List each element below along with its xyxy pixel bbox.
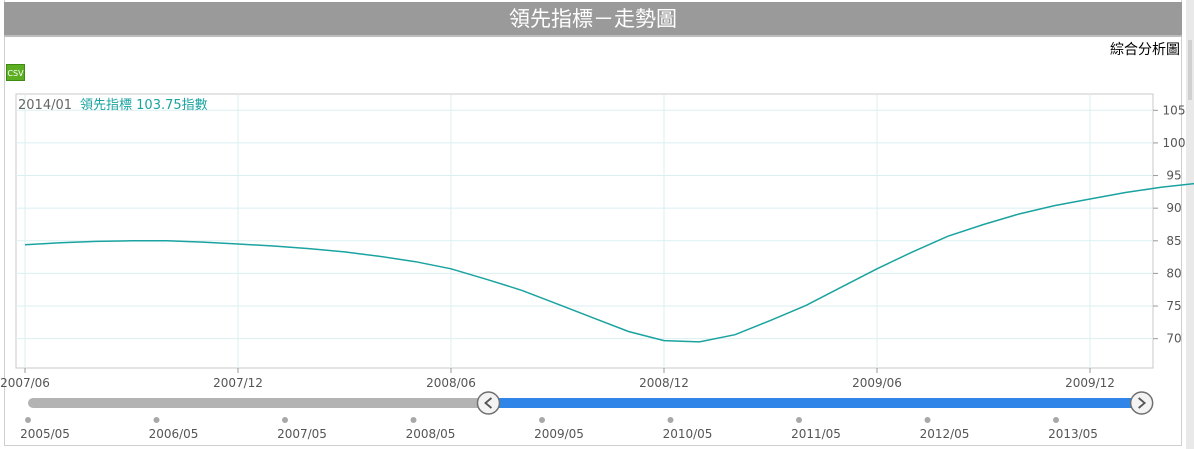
- navigator-tick-label: 2009/05: [534, 427, 584, 441]
- navigator-tick-dot: [282, 417, 288, 423]
- x-tick-label: 2008/12: [639, 376, 689, 390]
- navigator-tick-dot: [153, 417, 160, 423]
- plot-area: [15, 93, 1154, 369]
- navigator-tick-label: 2012/05: [920, 427, 970, 441]
- x-tick-label: 2007/06: [0, 376, 50, 390]
- y-tick-label: 80: [1166, 266, 1181, 280]
- value-readout: 2014/01 領先指標 103.75指數: [18, 94, 208, 113]
- y-tick-label: 105: [1163, 103, 1186, 117]
- navigator-tick-dot: [796, 417, 802, 423]
- navigator-tick-dot: [25, 417, 31, 423]
- range-navigator[interactable]: 2005/05 2006/05 2007/05 2008/05 2009/05 2010/…: [20, 391, 1154, 441]
- range-right-handle[interactable]: [1129, 391, 1154, 415]
- line-chart: 70 75 80 85 90 95 100 105 2007/06 2007/12 2008/06…: [0, 93, 1194, 441]
- navigator-tick-label: 2008/05: [406, 427, 456, 441]
- x-tick-label: 2008/06: [426, 376, 476, 390]
- range-selection-bar[interactable]: [488, 398, 1142, 408]
- navigator-tick-dot: [539, 417, 545, 423]
- y-tick-label: 75: [1166, 299, 1181, 313]
- navigator-tick-label: 2013/05: [1048, 427, 1098, 441]
- navigator-tick-dot: [924, 417, 931, 423]
- y-tick-label: 95: [1166, 169, 1181, 183]
- navigator-tick-dot: [667, 417, 674, 423]
- readout-value: 領先指標 103.75指數: [80, 98, 208, 113]
- navigator-tick-label: 2010/05: [663, 427, 713, 441]
- x-axis: 2007/06 2007/12 2008/06 2008/12 2009/06 2009/…: [0, 368, 1115, 390]
- navigator-tick-label: 2011/05: [791, 427, 841, 441]
- navigator-tick-label: 2005/05: [20, 427, 70, 441]
- x-tick-label: 2009/06: [852, 376, 902, 390]
- navigator-tick-label: 2007/05: [277, 427, 327, 441]
- y-tick-label: 100: [1163, 136, 1186, 150]
- readout-date: 2014/01: [18, 98, 73, 113]
- y-tick-label: 90: [1166, 201, 1181, 215]
- navigator-ticks: 2005/05 2006/05 2007/05 2008/05 2009/05 2010/…: [20, 417, 1098, 441]
- y-tick-label: 85: [1166, 234, 1181, 248]
- y-axis: 70 75 80 85 90 95 100 105: [1153, 103, 1186, 346]
- range-left-handle[interactable]: [476, 391, 501, 415]
- y-tick-label: 70: [1166, 332, 1181, 346]
- x-tick-label: 2007/12: [213, 376, 263, 390]
- x-tick-label: 2009/12: [1065, 376, 1115, 390]
- navigator-tick-dot: [1053, 417, 1059, 423]
- navigator-tick-label: 2006/05: [149, 427, 199, 441]
- navigator-tick-dot: [410, 417, 417, 423]
